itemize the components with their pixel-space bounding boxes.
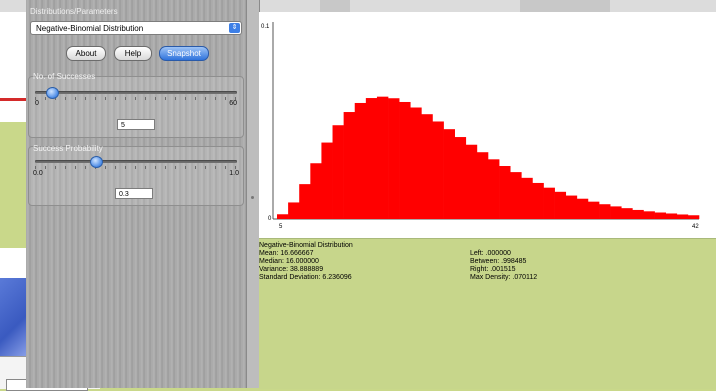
stats-title: Negative-Binomial Distribution [259, 242, 353, 249]
successes-max-label: 60 [229, 100, 237, 107]
successes-slider-ticks [35, 97, 237, 100]
probability-value-field[interactable]: 0.3 [115, 188, 153, 199]
probability-slider-ticks [35, 166, 237, 169]
histogram-bar [543, 187, 555, 219]
histogram-bar [399, 101, 411, 219]
histogram-bar [587, 201, 600, 219]
histogram-bar [665, 213, 678, 219]
control-panel: Distributions/Parameters Negative-Binomi… [26, 0, 246, 388]
probability-slider-thumb[interactable] [90, 156, 104, 168]
probability-min-label: 0.0 [33, 170, 43, 177]
probability-label: Success Probability [33, 144, 103, 153]
splitter-grip-icon[interactable] [251, 196, 254, 199]
histogram-bar [488, 159, 500, 219]
chevron-updown-icon[interactable]: ⇕ [229, 23, 240, 33]
probability-group: Success Probability 0.0 1.0 0.3 [28, 144, 244, 206]
histogram-bar [354, 102, 367, 219]
x-min-tick-label: 5 [279, 224, 283, 230]
background-red-line [0, 98, 26, 101]
distribution-graph: 0.1 0 5 42 [259, 12, 716, 238]
histogram-bar [499, 166, 511, 219]
histogram-bar [454, 137, 467, 219]
histogram-bar [365, 98, 378, 219]
histogram-bar [632, 209, 644, 219]
successes-value-field[interactable]: 5 [117, 119, 155, 130]
histogram-bar [299, 184, 311, 219]
histogram-bar [443, 129, 455, 219]
histogram-bar [376, 96, 389, 219]
histogram-bar [599, 204, 611, 219]
probability-slider-track[interactable] [35, 160, 237, 163]
successes-slider-track[interactable] [35, 91, 237, 94]
histogram-bar [410, 107, 422, 219]
stats-left: Left: .000000 [470, 250, 511, 257]
y-max-tick-label: 0.1 [261, 24, 270, 30]
histogram-bar [610, 206, 622, 219]
distribution-select[interactable]: Negative-Binomial Distribution ⇕ [30, 21, 242, 35]
snapshot-button[interactable]: Snapshot [159, 46, 209, 61]
histogram-bar [332, 125, 344, 219]
background-window-segment [320, 0, 350, 12]
histogram-bar [476, 152, 489, 219]
distribution-select-value: Negative-Binomial Distribution [36, 24, 144, 33]
statistics-panel: Negative-Binomial Distribution Mean: 16.… [259, 238, 716, 389]
histogram-bar [388, 98, 400, 219]
stats-right: Right: .001515 [470, 266, 516, 273]
histogram-bar [432, 121, 444, 219]
background-window-left-lower [0, 248, 26, 278]
stats-mean: Mean: 16.666667 [259, 250, 314, 257]
histogram-bar [277, 214, 289, 219]
stats-max-density: Max Density: .070112 [470, 274, 538, 281]
histogram-bar [532, 182, 544, 219]
background-green-area [0, 122, 26, 248]
stats-standard-deviation: Standard Deviation: 6.236096 [259, 274, 352, 281]
histogram-bar [565, 195, 578, 219]
histogram-bar [676, 214, 689, 219]
stats-variance: Variance: 38.888889 [259, 266, 324, 273]
successes-label: No. of Successes [33, 72, 96, 81]
histogram-bar [310, 163, 322, 219]
x-max-tick-label: 42 [692, 224, 699, 230]
histogram-bars [277, 96, 700, 219]
histogram-bar [687, 215, 700, 219]
stats-between: Between: .998485 [470, 258, 527, 265]
successes-group: No. of Successes 0 60 5 [28, 72, 244, 138]
histogram-bar [288, 202, 300, 219]
histogram-bar [554, 191, 567, 219]
histogram-bar [510, 172, 522, 219]
stats-median: Median: 16.000000 [259, 258, 319, 265]
histogram-bar [621, 208, 633, 219]
panel-title: Distributions/Parameters [30, 7, 118, 16]
histogram-bar [343, 112, 356, 219]
desktop-background [0, 278, 26, 358]
histogram-bar [321, 142, 333, 219]
histogram-bar [465, 144, 478, 219]
histogram-bar [576, 198, 589, 219]
background-window-left [0, 12, 26, 122]
y-min-tick-label: 0 [268, 216, 272, 222]
successes-min-label: 0 [35, 100, 39, 107]
about-button[interactable]: About [66, 46, 106, 61]
histogram-chart: 0.1 0 5 42 [261, 22, 700, 230]
histogram-bar [521, 177, 533, 219]
probability-max-label: 1.0 [229, 170, 239, 177]
histogram-bar [421, 114, 433, 219]
help-button[interactable]: Help [114, 46, 152, 61]
pane-splitter[interactable] [246, 0, 260, 388]
histogram-bar [643, 211, 655, 219]
histogram-bar [654, 212, 666, 219]
background-window-segment [520, 0, 610, 12]
